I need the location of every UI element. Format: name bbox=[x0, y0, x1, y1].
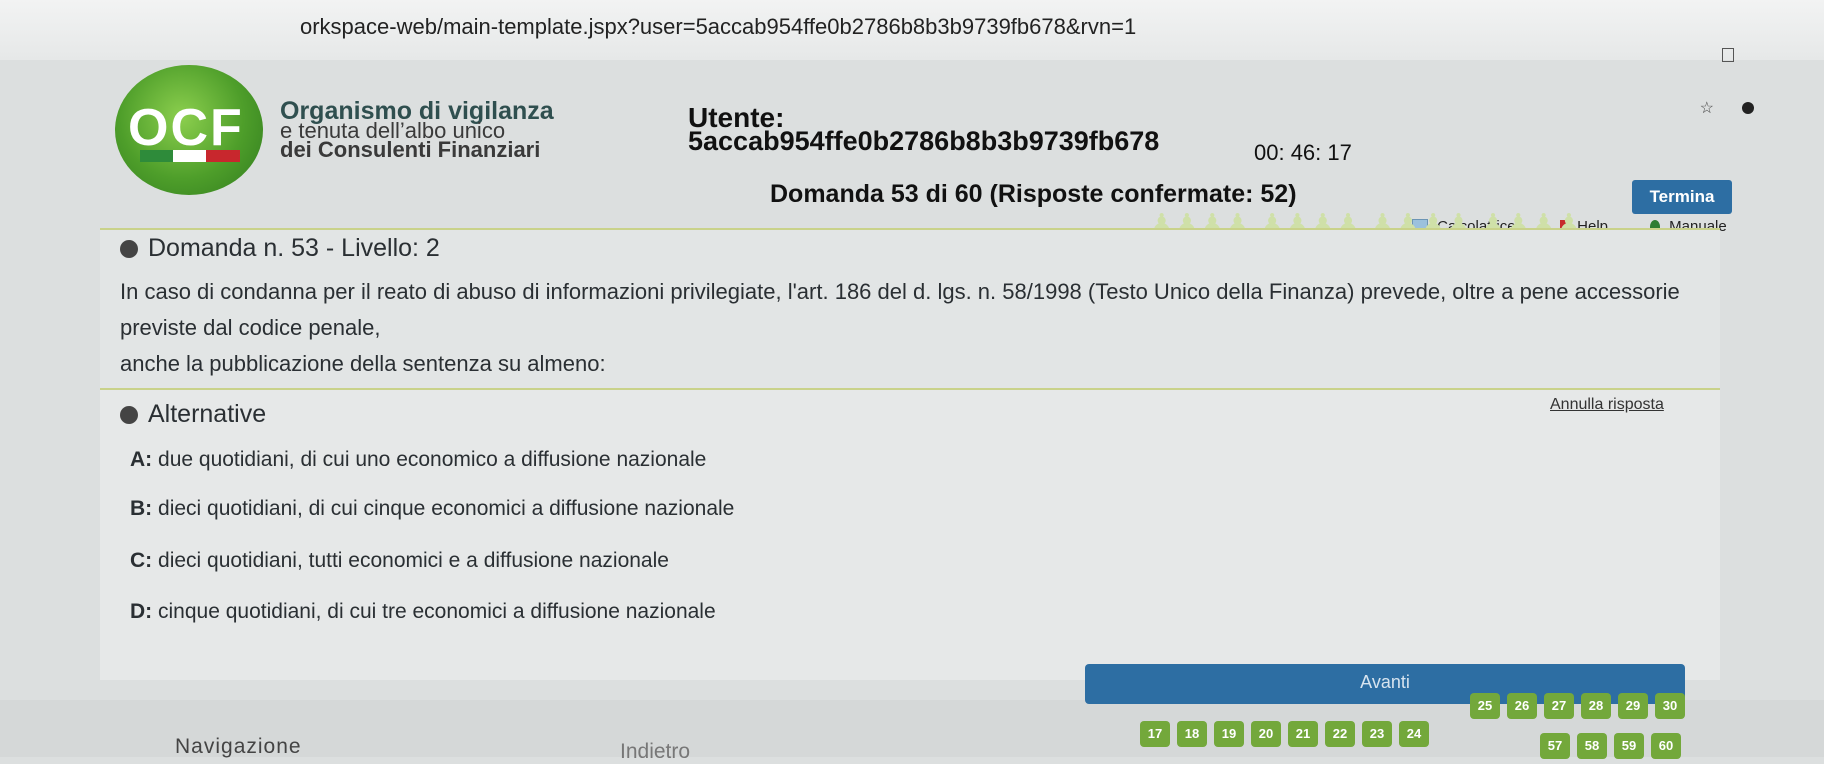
page-button-57[interactable]: 57 bbox=[1540, 733, 1570, 759]
option-d[interactable]: D: cinque quotidiani, di cui tre economi… bbox=[130, 600, 716, 624]
navigazione-label: Navigazione bbox=[175, 735, 302, 758]
question-text-main: In caso di condanna per il reato di abus… bbox=[120, 279, 1680, 340]
alternatives-title: Alternative bbox=[120, 400, 266, 429]
alternatives-panel: Alternative Annulla risposta A: due quot… bbox=[100, 388, 1720, 680]
option-text: due quotidiani, di cui uno economico a d… bbox=[158, 448, 707, 471]
question-text-cont: anche la pubblicazione della sentenza su… bbox=[120, 351, 606, 376]
termina-button[interactable]: Termina bbox=[1632, 180, 1732, 214]
page-button-23[interactable]: 23 bbox=[1362, 721, 1392, 747]
page-button-59[interactable]: 59 bbox=[1614, 733, 1644, 759]
option-letter: B: bbox=[130, 497, 153, 520]
option-letter: A: bbox=[130, 448, 153, 471]
option-b[interactable]: B: dieci quotidiani, di cui cinque econo… bbox=[130, 497, 734, 521]
logo-text: OCF bbox=[128, 99, 244, 157]
option-a[interactable]: A: due quotidiani, di cui uno economico … bbox=[130, 448, 706, 472]
option-text: dieci quotidiani, di cui cinque economic… bbox=[158, 497, 735, 520]
page-button-27[interactable]: 27 bbox=[1544, 693, 1574, 719]
question-panel: Domanda n. 53 - Livello: 2 In caso di co… bbox=[100, 228, 1720, 390]
page-button-20[interactable]: 20 bbox=[1251, 721, 1281, 747]
page-button-58[interactable]: 58 bbox=[1577, 733, 1607, 759]
org-line-3: dei Consulenti Finanziari bbox=[280, 137, 541, 162]
page-button-17[interactable]: 17 bbox=[1140, 721, 1170, 747]
option-c[interactable]: C: dieci quotidiani, tutti economici e a… bbox=[130, 549, 669, 573]
question-counter: Domanda 53 di 60 (Risposte confermate: 5… bbox=[770, 180, 1297, 208]
option-text: cinque quotidiani, di cui tre economici … bbox=[158, 600, 716, 623]
indietro-button[interactable]: Indietro bbox=[620, 740, 690, 764]
option-letter: D: bbox=[130, 600, 153, 623]
page-button-60[interactable]: 60 bbox=[1651, 733, 1681, 759]
user-id: 5accab954ffe0b2786b8b3b9739fb678 bbox=[688, 126, 1160, 156]
option-text: dieci quotidiani, tutti economici e a di… bbox=[158, 549, 669, 572]
annulla-risposta-link[interactable]: Annulla risposta bbox=[1550, 396, 1664, 414]
page-button-30[interactable]: 30 bbox=[1655, 693, 1685, 719]
organization-name: Organismo di vigilanza e tenuta dell’alb… bbox=[280, 99, 554, 162]
question-page-grid: 25 26 27 28 29 30 17 18 19 20 21 22 23 24 57 58 59 60 bbox=[1140, 693, 1700, 759]
page-button-26[interactable]: 26 bbox=[1507, 693, 1537, 719]
page-button-24[interactable]: 24 bbox=[1399, 721, 1429, 747]
section-bullet-icon bbox=[120, 240, 138, 259]
page-button-18[interactable]: 18 bbox=[1177, 721, 1207, 747]
page-button-21[interactable]: 21 bbox=[1288, 721, 1318, 747]
question-title-text: Domanda n. 53 - Livello: 2 bbox=[148, 234, 440, 262]
page-button-28[interactable]: 28 bbox=[1581, 693, 1611, 719]
page-button-25[interactable]: 25 bbox=[1470, 693, 1500, 719]
page-button-29[interactable]: 29 bbox=[1618, 693, 1648, 719]
option-letter: C: bbox=[130, 549, 153, 572]
italian-flag-stripe bbox=[140, 150, 240, 162]
section-bullet-icon bbox=[120, 406, 138, 425]
question-text: In caso di condanna per il reato di abus… bbox=[120, 274, 1720, 382]
question-title: Domanda n. 53 - Livello: 2 bbox=[120, 234, 440, 263]
page-button-19[interactable]: 19 bbox=[1214, 721, 1244, 747]
exam-timer: 00: 46: 17 bbox=[1254, 140, 1352, 165]
page-header: OCF Organismo di vigilanza e tenuta dell… bbox=[0, 30, 1824, 236]
page-button-22[interactable]: 22 bbox=[1325, 721, 1355, 747]
alternatives-title-text: Alternative bbox=[148, 400, 267, 428]
